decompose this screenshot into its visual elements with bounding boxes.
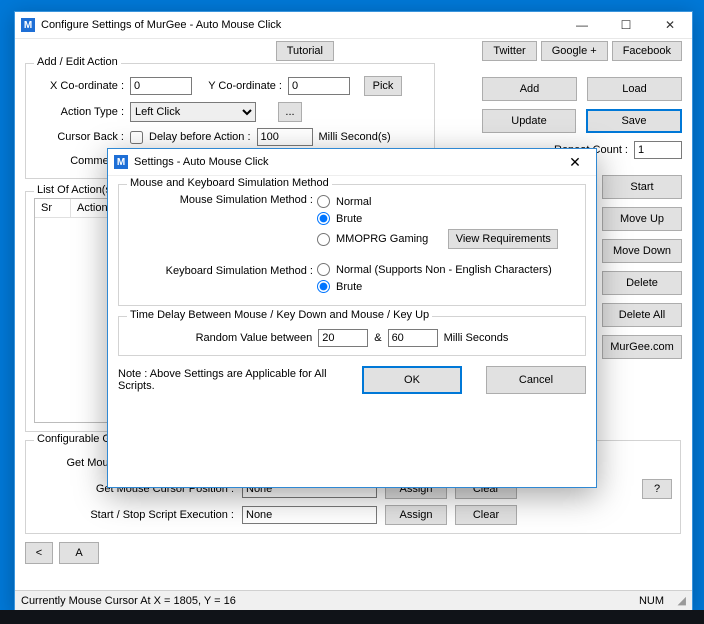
mouse-sim-label: Mouse Simulation Method : <box>127 191 317 206</box>
kb-brute-label: Brute <box>336 281 362 293</box>
x-input[interactable] <box>130 77 192 95</box>
unit-label: Milli Seconds <box>444 332 509 344</box>
cursor-back-checkbox[interactable] <box>130 131 143 144</box>
list-legend: List Of Action(s) <box>34 184 118 196</box>
status-num: NUM <box>639 595 664 607</box>
status-bar: Currently Mouse Cursor At X = 1805, Y = … <box>15 590 692 610</box>
ok-button[interactable]: OK <box>362 366 462 394</box>
x-label: X Co-ordinate : <box>34 80 124 92</box>
sim-method-legend: Mouse and Keyboard Simulation Method <box>127 177 332 189</box>
delay-input[interactable] <box>257 128 313 146</box>
mouse-brute-label: Brute <box>336 213 362 225</box>
action-type-label: Action Type : <box>34 106 124 118</box>
move-up-button[interactable]: Move Up <box>602 207 682 231</box>
dialog-titlebar[interactable]: M Settings - Auto Mouse Click ✕ <box>108 149 596 176</box>
window-title: Configure Settings of MurGee - Auto Mous… <box>41 19 281 31</box>
site-button[interactable]: MurGee.com <box>602 335 682 359</box>
google-plus-button[interactable]: Google + <box>541 41 608 61</box>
prev-button[interactable]: < <box>25 542 53 564</box>
app-icon: M <box>114 155 128 169</box>
hk-startstop-label: Start / Stop Script Execution : <box>34 509 234 521</box>
hk-startstop-assign[interactable]: Assign <box>385 505 447 525</box>
add-edit-legend: Add / Edit Action <box>34 56 121 68</box>
hk-startstop-clear[interactable]: Clear <box>455 505 517 525</box>
cancel-button[interactable]: Cancel <box>486 366 586 394</box>
move-down-button[interactable]: Move Down <box>602 239 682 263</box>
delay-min-input[interactable] <box>318 329 368 347</box>
a-button[interactable]: A <box>59 542 99 564</box>
close-icon[interactable]: ✕ <box>554 149 596 175</box>
mouse-normal-label: Normal <box>336 196 371 208</box>
mouse-brute-radio[interactable] <box>317 212 330 225</box>
note-text: Note : Above Settings are Applicable for… <box>118 368 338 392</box>
mouse-mmorpg-radio[interactable] <box>317 233 330 246</box>
hk-startstop-input[interactable] <box>242 506 377 524</box>
delay-label: Delay before Action : <box>149 131 251 143</box>
load-button[interactable]: Load <box>587 77 682 101</box>
save-button[interactable]: Save <box>586 109 682 133</box>
delay-max-input[interactable] <box>388 329 438 347</box>
resize-grip-icon[interactable]: ◢ <box>670 594 686 607</box>
start-button[interactable]: Start <box>602 175 682 199</box>
repeat-input[interactable] <box>634 141 682 159</box>
close-icon[interactable]: ✕ <box>648 12 692 39</box>
mouse-normal-radio[interactable] <box>317 195 330 208</box>
help-button[interactable]: ? <box>642 479 672 499</box>
tutorial-button[interactable]: Tutorial <box>276 41 334 61</box>
kb-sim-label: Keyboard Simulation Method : <box>127 259 317 277</box>
kb-normal-radio[interactable] <box>317 263 330 276</box>
view-requirements-button[interactable]: View Requirements <box>448 229 558 249</box>
random-label: Random Value between <box>196 332 313 344</box>
dialog-title: Settings - Auto Mouse Click <box>134 156 269 168</box>
main-titlebar[interactable]: M Configure Settings of MurGee - Auto Mo… <box>15 12 692 39</box>
amp-label: & <box>374 332 381 344</box>
y-label: Y Co-ordinate : <box>198 80 282 92</box>
col-sr[interactable]: Sr <box>35 199 71 217</box>
delete-button[interactable]: Delete <box>602 271 682 295</box>
action-type-select[interactable]: Left Click <box>130 102 256 122</box>
milli-label: Milli Second(s) <box>319 131 391 143</box>
update-button[interactable]: Update <box>482 109 576 133</box>
kb-brute-radio[interactable] <box>317 280 330 293</box>
settings-dialog: M Settings - Auto Mouse Click ✕ Mouse an… <box>107 148 597 488</box>
delete-all-button[interactable]: Delete All <box>602 303 682 327</box>
facebook-button[interactable]: Facebook <box>612 41 682 61</box>
minimize-icon[interactable]: — <box>560 12 604 39</box>
pick-button[interactable]: Pick <box>364 76 402 96</box>
app-icon: M <box>21 18 35 32</box>
mouse-mmorpg-label: MMOPRG Gaming <box>336 233 428 245</box>
twitter-button[interactable]: Twitter <box>482 41 536 61</box>
cursor-back-label: Cursor Back : <box>34 131 124 143</box>
delay-legend: Time Delay Between Mouse / Key Down and … <box>127 309 432 321</box>
y-input[interactable] <box>288 77 350 95</box>
maximize-icon[interactable]: ☐ <box>604 12 648 39</box>
taskbar[interactable] <box>0 610 704 624</box>
action-type-more-button[interactable]: ... <box>278 102 302 122</box>
add-button[interactable]: Add <box>482 77 577 101</box>
status-text: Currently Mouse Cursor At X = 1805, Y = … <box>21 595 236 607</box>
kb-normal-label: Normal (Supports Non - English Character… <box>336 264 552 276</box>
